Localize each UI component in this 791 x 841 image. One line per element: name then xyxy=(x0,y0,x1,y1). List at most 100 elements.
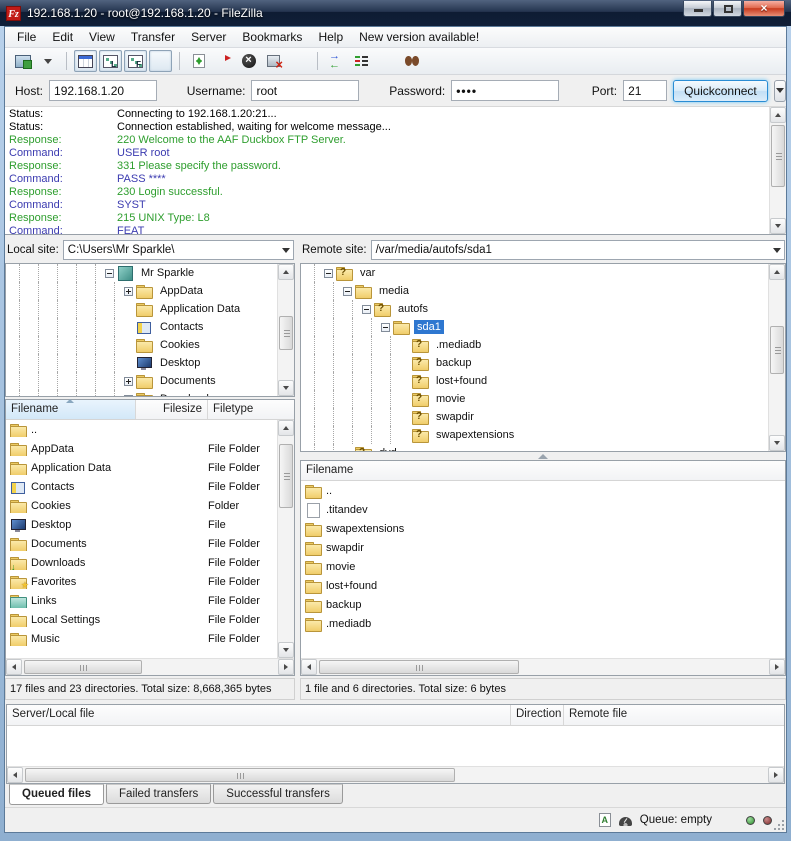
tree-item-contacts[interactable]: Contacts xyxy=(6,318,276,336)
menu-file[interactable]: File xyxy=(9,28,44,46)
toggle-message-log-button[interactable] xyxy=(74,50,97,72)
local-tree-scrollbar[interactable] xyxy=(277,264,294,396)
tree-item-downloads[interactable]: ↓Downloads xyxy=(6,390,276,396)
queue-hscrollbar[interactable] xyxy=(7,766,784,783)
password-input[interactable] xyxy=(451,80,559,101)
synchronized-browsing-button[interactable] xyxy=(375,50,398,72)
local-list-hscrollbar[interactable] xyxy=(6,658,294,675)
scroll-down-button[interactable] xyxy=(278,642,294,658)
collapse-icon[interactable] xyxy=(105,269,114,278)
tree-item-appdata[interactable]: AppData xyxy=(6,282,276,300)
toggle-transfer-queue-button[interactable] xyxy=(149,50,172,72)
collapse-icon[interactable] xyxy=(324,269,333,278)
tree-item-sda1[interactable]: sda1 xyxy=(301,318,767,336)
tree-item-lost-found[interactable]: ?lost+found xyxy=(301,372,767,390)
tree-item-var[interactable]: ?var xyxy=(301,264,767,282)
scroll-down-button[interactable] xyxy=(769,435,785,451)
menu-transfer[interactable]: Transfer xyxy=(123,28,183,46)
remote-list-hscrollbar[interactable] xyxy=(301,658,785,675)
tree-item-media[interactable]: media xyxy=(301,282,767,300)
column-header-filename[interactable]: Filename xyxy=(6,400,136,419)
tab-successful-transfers[interactable]: Successful transfers xyxy=(213,784,343,804)
collapse-icon[interactable] xyxy=(362,305,371,314)
file-row-favorites[interactable]: ★FavoritesFile Folder xyxy=(6,572,276,591)
scroll-up-button[interactable] xyxy=(278,420,294,436)
menu-new-version-available[interactable]: New version available! xyxy=(351,28,487,46)
menu-server[interactable]: Server xyxy=(183,28,234,46)
tab-queued-files[interactable]: Queued files xyxy=(9,784,104,805)
tree-item-movie[interactable]: ?movie xyxy=(301,390,767,408)
tree-item-autofs[interactable]: ?autofs xyxy=(301,300,767,318)
directory-listing-filter-button[interactable] xyxy=(350,50,373,72)
quickconnect-button[interactable]: Quickconnect xyxy=(673,80,768,102)
panel-splitter[interactable] xyxy=(300,452,786,460)
tree-item-swapdir[interactable]: ?swapdir xyxy=(301,408,767,426)
file-row-application-data[interactable]: Application DataFile Folder xyxy=(6,458,276,477)
file-row-titandev[interactable]: .titandev xyxy=(301,500,785,519)
site-manager-dropdown-button[interactable] xyxy=(36,50,59,72)
file-row-movie[interactable]: movie xyxy=(301,557,785,576)
tree-item-backup[interactable]: ?backup xyxy=(301,354,767,372)
tree-item-cookies[interactable]: Cookies xyxy=(6,336,276,354)
scrollbar-thumb[interactable] xyxy=(771,125,785,187)
file-row-backup[interactable]: backup xyxy=(301,595,785,614)
column-header-filetype[interactable]: Filetype xyxy=(208,400,294,419)
minimize-button[interactable] xyxy=(683,1,712,17)
scrollbar-thumb[interactable] xyxy=(279,316,293,350)
tree-item-mediadb[interactable]: ?.mediadb xyxy=(301,336,767,354)
file-row-downloads[interactable]: ↓DownloadsFile Folder xyxy=(6,553,276,572)
menu-bookmarks[interactable]: Bookmarks xyxy=(234,28,310,46)
tree-item-desktop[interactable]: Desktop xyxy=(6,354,276,372)
directory-comparison-button[interactable] xyxy=(325,50,348,72)
file-search-button[interactable] xyxy=(400,50,423,72)
tree-item-mr-sparkle[interactable]: Mr Sparkle xyxy=(6,264,276,282)
local-list-scrollbar[interactable] xyxy=(277,420,294,658)
resize-grip[interactable] xyxy=(774,820,784,830)
expand-icon[interactable] xyxy=(124,395,133,397)
reconnect-button[interactable] xyxy=(287,50,310,72)
remote-site-combo[interactable]: /var/media/autofs/sda1 xyxy=(371,240,785,260)
scroll-right-button[interactable] xyxy=(769,659,785,675)
scrollbar-thumb[interactable] xyxy=(24,660,142,674)
tree-item-dvd[interactable]: ?dvd xyxy=(301,444,767,451)
column-header-filesize[interactable]: Filesize xyxy=(136,400,208,419)
queue-column-remote-file[interactable]: Remote file xyxy=(564,705,784,725)
scroll-right-button[interactable] xyxy=(278,659,294,675)
chevron-down-icon[interactable] xyxy=(278,248,293,253)
file-row-contacts[interactable]: ContactsFile Folder xyxy=(6,477,276,496)
disconnect-button[interactable] xyxy=(262,50,285,72)
file-row-swapdir[interactable]: swapdir xyxy=(301,538,785,557)
host-input[interactable] xyxy=(49,80,157,101)
collapse-icon[interactable] xyxy=(381,323,390,332)
scroll-left-button[interactable] xyxy=(6,659,22,675)
file-row-links[interactable]: LinksFile Folder xyxy=(6,591,276,610)
username-input[interactable] xyxy=(251,80,359,101)
scroll-right-button[interactable] xyxy=(768,767,784,783)
speed-limits-icon[interactable] xyxy=(619,817,632,826)
file-row-local-settings[interactable]: Local SettingsFile Folder xyxy=(6,610,276,629)
scrollbar-thumb[interactable] xyxy=(25,768,455,782)
site-manager-button[interactable] xyxy=(11,50,34,72)
tree-item-documents[interactable]: Documents xyxy=(6,372,276,390)
toggle-local-tree-button[interactable] xyxy=(99,50,122,72)
scroll-up-button[interactable] xyxy=(770,107,786,123)
scrollbar-thumb[interactable] xyxy=(319,660,519,674)
transfer-type-icon[interactable] xyxy=(599,813,611,827)
local-site-combo[interactable]: C:\Users\Mr Sparkle\ xyxy=(63,240,294,260)
tree-item-swapextensions[interactable]: ?swapextensions xyxy=(301,426,767,444)
scroll-left-button[interactable] xyxy=(301,659,317,675)
quickconnect-dropdown-button[interactable] xyxy=(774,80,786,102)
collapse-icon[interactable] xyxy=(343,287,352,296)
column-header-filename[interactable]: Filename xyxy=(301,461,785,480)
remote-tree-scrollbar[interactable] xyxy=(768,264,785,451)
scroll-up-button[interactable] xyxy=(278,264,294,280)
file-row-[interactable]: .. xyxy=(301,481,785,500)
menu-view[interactable]: View xyxy=(81,28,123,46)
toggle-remote-tree-button[interactable] xyxy=(124,50,147,72)
file-row-appdata[interactable]: AppDataFile Folder xyxy=(6,439,276,458)
cancel-operation-button[interactable] xyxy=(237,50,260,72)
file-row-documents[interactable]: DocumentsFile Folder xyxy=(6,534,276,553)
file-row-swapextensions[interactable]: swapextensions xyxy=(301,519,785,538)
scroll-left-button[interactable] xyxy=(7,767,23,783)
close-button[interactable]: × xyxy=(743,1,785,17)
